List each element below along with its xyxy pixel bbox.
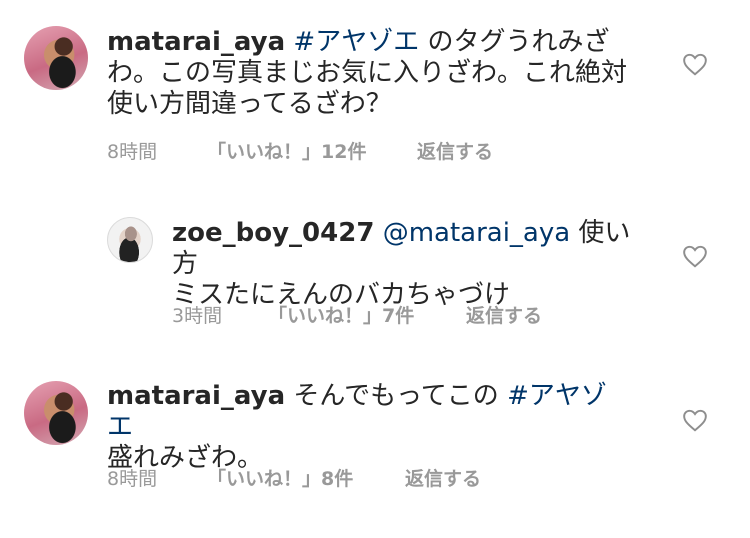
comment-time: 8時間 <box>107 141 158 163</box>
reply-button[interactable]: 返信する <box>417 137 493 164</box>
reply-button[interactable]: 返信する <box>466 301 542 328</box>
comment-meta: 8時間 「いいね！」12件 返信する <box>107 137 627 164</box>
likes-count-link[interactable]: 「いいね！」7件 <box>268 301 414 328</box>
comment-username[interactable]: zoe_boy_0427 <box>172 218 374 248</box>
hashtag-link[interactable]: #アヤゾエ <box>293 27 419 57</box>
heart-outline-icon[interactable] <box>682 408 708 432</box>
heart-outline-icon[interactable] <box>682 244 708 268</box>
comment-username[interactable]: matarai_aya <box>107 27 285 57</box>
comment-text: matarai_aya そんでもってこの #アヤゾエ 盛れみざわ。 <box>107 381 627 474</box>
user-avatar[interactable] <box>24 26 88 90</box>
reply-button[interactable]: 返信する <box>405 464 481 491</box>
comment-body: のタグうれみざ <box>419 27 610 57</box>
mention-link[interactable]: @matarai_aya <box>383 218 570 248</box>
likes-count-link[interactable]: 「いいね！」8件 <box>207 464 353 491</box>
comment-body: そんでもってこの <box>285 381 508 411</box>
comment-text: zoe_boy_0427 @matarai_aya 使い方 ミスたにえんのバカち… <box>172 218 642 311</box>
comment-time: 8時間 <box>107 468 158 490</box>
comment-meta: 8時間 「いいね！」8件 返信する <box>107 464 627 491</box>
user-avatar[interactable] <box>107 217 153 263</box>
heart-outline-icon[interactable] <box>682 52 708 76</box>
likes-count-link[interactable]: 「いいね！」12件 <box>207 137 366 164</box>
comment-meta: 3時間 「いいね！」7件 返信する <box>172 301 642 328</box>
comment-body: 使い方間違ってるざわ？ <box>107 89 392 119</box>
comment-body: わ。この写真まじお気に入りざわ。これ絶対 <box>107 58 628 88</box>
comment-username[interactable]: matarai_aya <box>107 381 285 411</box>
comment-time: 3時間 <box>172 305 223 327</box>
user-avatar[interactable] <box>24 381 88 445</box>
comment-text: matarai_aya #アヤゾエ のタグうれみざ わ。この写真まじお気に入りざ… <box>107 27 627 120</box>
